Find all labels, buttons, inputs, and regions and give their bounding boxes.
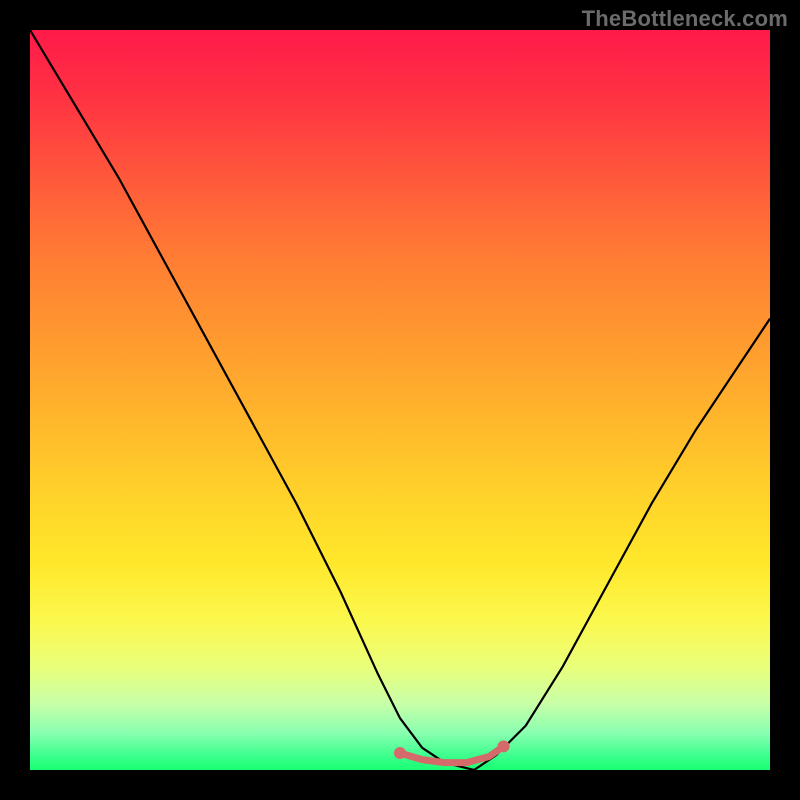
chart-frame: TheBottleneck.com bbox=[0, 0, 800, 800]
watermark-text: TheBottleneck.com bbox=[582, 6, 788, 32]
valley-dot-left bbox=[394, 747, 406, 759]
gradient-plot-area bbox=[30, 30, 770, 770]
valley-dot-right bbox=[498, 740, 510, 752]
valley-band-path bbox=[400, 746, 504, 762]
chart-svg bbox=[30, 30, 770, 770]
bottleneck-curve-path bbox=[30, 30, 770, 770]
